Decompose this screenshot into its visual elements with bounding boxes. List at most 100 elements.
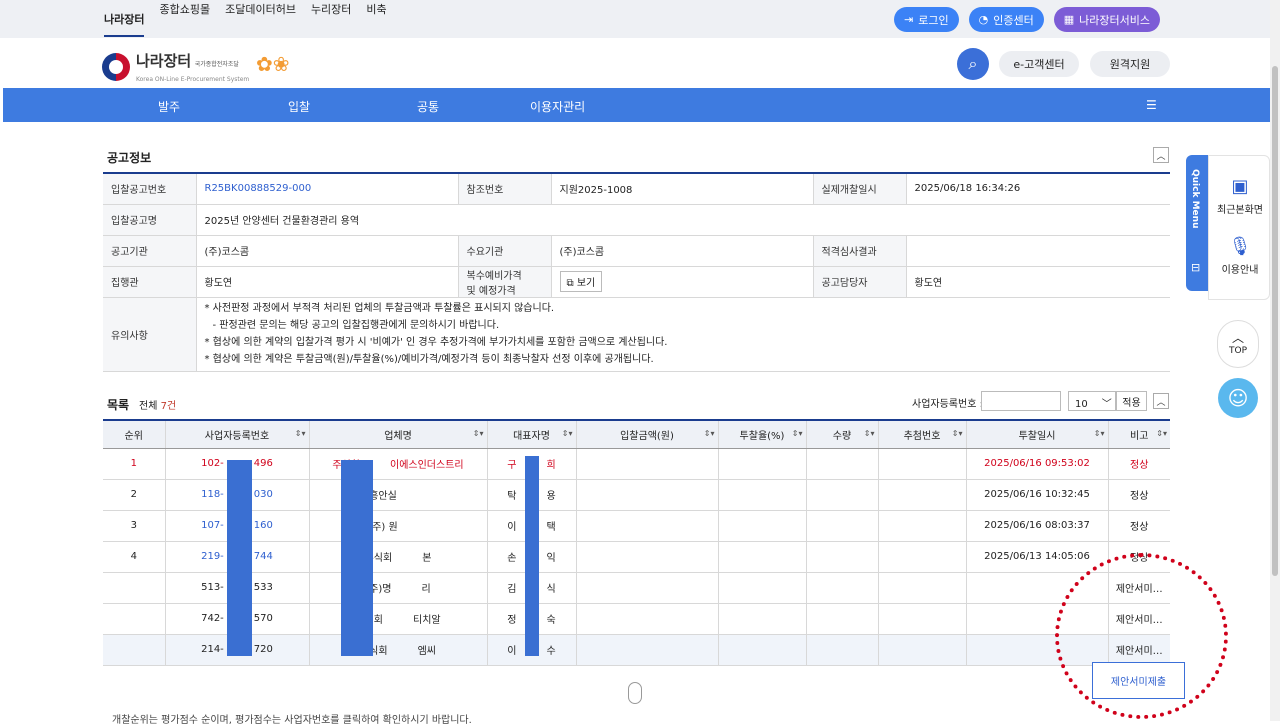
sort-icon[interactable]: ⇕▾: [473, 429, 484, 438]
recent-pages-item[interactable]: ▣ 최근본화면: [1209, 176, 1271, 216]
table-row[interactable]: 4 219- 744 주식회 본 손 익 2025/06/13 14:05:06 정상: [103, 541, 1170, 573]
login-button[interactable]: ⇥ 로그인: [894, 7, 959, 32]
table-cell: [718, 634, 807, 666]
cert-center-button[interactable]: ◔ 인증센터: [968, 7, 1044, 32]
table-row[interactable]: 214- 720 주식회 엠씨 이 수 제안서미…: [103, 634, 1170, 666]
table-cell: [878, 603, 967, 635]
col-amount[interactable]: 입찰금액(원) ⇕▾: [576, 420, 719, 449]
flower-icon: ✿❀: [256, 52, 290, 76]
table-row[interactable]: 742-570주식회티치알정숙제안서미…: [103, 603, 1170, 635]
sort-icon[interactable]: ⇕▾: [1156, 429, 1167, 438]
table-cell: [878, 448, 967, 480]
topnav-data-hub[interactable]: 조달데이터허브: [225, 1, 296, 37]
sort-icon[interactable]: ⇕▾: [704, 429, 715, 438]
table-cell: 흥안실: [309, 479, 488, 511]
table-cell: [103, 572, 166, 604]
name-value: 2025년 안양센터 건물환경관리 용역: [196, 204, 1170, 236]
chevron-up-icon: ︿: [1231, 331, 1244, 345]
biz-no-input[interactable]: [981, 391, 1061, 411]
table-cell: 3: [103, 510, 166, 542]
table-row[interactable]: 3 107- 160 (주) 원 이 택 2025/06/16 08:03:37 정상: [103, 510, 1170, 542]
nav-bid[interactable]: 입찰: [288, 98, 310, 115]
top-button[interactable]: ︿ TOP: [1217, 320, 1259, 368]
quick-menu-tab[interactable]: Quick Menu ⊟: [1186, 155, 1208, 291]
manager-value: 황도연: [906, 266, 1170, 298]
bid-no-link[interactable]: R25BK00888529-000: [196, 173, 459, 205]
table-row[interactable]: 513- 533 (주)명 리 김 식 제안서미…: [103, 572, 1170, 604]
scrollbar-thumb[interactable]: [1272, 66, 1278, 576]
review-value: [906, 235, 1170, 267]
label-ref: 참조번호: [458, 173, 552, 205]
label-demand: 수요기관: [458, 235, 552, 267]
table-cell: 주식회티치알: [309, 603, 488, 635]
sort-icon[interactable]: ⇕▾: [562, 429, 573, 438]
sort-icon[interactable]: ⇕▾: [1094, 429, 1105, 438]
table-cell: [806, 603, 879, 635]
apply-button[interactable]: 적용: [1116, 391, 1147, 411]
table-row[interactable]: 2 118- 030 흥안실 탁 용 2025/06/16 10:32:45 정상: [103, 479, 1170, 511]
collapse-info-button[interactable]: ︿: [1153, 147, 1169, 163]
chevron-down-icon: ﹀: [1101, 399, 1112, 410]
label-name: 입찰공고명: [103, 204, 197, 236]
nav-user-admin[interactable]: 이용자관리: [530, 98, 585, 115]
monitor-icon: ▣: [1231, 176, 1249, 197]
sort-icon[interactable]: ⇕▾: [864, 429, 875, 438]
col-draw[interactable]: 추첨번호 ⇕▾: [878, 420, 967, 449]
guide-item[interactable]: 🎙 이용안내: [1209, 236, 1271, 276]
hamburger-icon[interactable]: ☰: [1146, 98, 1157, 112]
sort-icon[interactable]: ⇕▾: [295, 429, 306, 438]
col-biz-no[interactable]: 사업자등록번호 ⇕▾: [165, 420, 310, 449]
highlight-circle: [1055, 553, 1228, 719]
table-cell: 주식회 본: [309, 541, 488, 573]
table-cell: [878, 634, 967, 666]
nav-common[interactable]: 공통: [417, 98, 439, 115]
notes: * 사전판정 과정에서 부적격 처리된 업체의 투찰금액과 투찰률은 표시되지 …: [196, 297, 1170, 372]
table-cell: 2025/06/16 08:03:37: [966, 510, 1109, 542]
mascot-icon[interactable]: ☺: [1218, 378, 1258, 418]
view-price-button[interactable]: ⧉ 보기: [559, 271, 603, 292]
table-cell: [576, 541, 719, 573]
remote-support-button[interactable]: 원격지원: [1090, 51, 1170, 77]
table-row[interactable]: 1102-496주식회이에스인더스트리구희2025/06/16 09:53:02…: [103, 448, 1170, 480]
open-value: 2025/06/18 16:34:26: [906, 173, 1170, 205]
col-rep[interactable]: 대표자명 ⇕▾: [487, 420, 577, 449]
table-cell: [718, 603, 807, 635]
exec-value: 황도연: [196, 266, 459, 298]
collapse-list-button[interactable]: ︿: [1153, 393, 1169, 409]
col-rate[interactable]: 투찰율(%) ⇕▾: [718, 420, 807, 449]
col-note[interactable]: 비고 ⇕▾: [1108, 420, 1170, 449]
logo[interactable]: 나라장터 국가종합전자조달 Korea ON-Line E-Procuremen…: [102, 50, 249, 84]
topnav-naramarket[interactable]: 나라장터: [104, 11, 145, 37]
table-cell: [806, 541, 879, 573]
topnav-stockpile[interactable]: 비축: [366, 1, 386, 37]
search-button[interactable]: ⌕: [957, 48, 989, 80]
table-cell: 정상: [1108, 479, 1170, 511]
col-qty[interactable]: 수량 ⇕▾: [806, 420, 879, 449]
table-cell: [576, 603, 719, 635]
col-company[interactable]: 업체명 ⇕▾: [309, 420, 488, 449]
topnav-nuri[interactable]: 누리장터: [311, 1, 351, 37]
sort-icon[interactable]: ⇕▾: [952, 429, 963, 438]
col-bid-time[interactable]: 투찰일시 ⇕▾: [966, 420, 1109, 449]
minimize-icon[interactable]: ⊟: [1191, 261, 1200, 274]
table-cell: [878, 541, 967, 573]
label-bid-no: 입찰공고번호: [103, 173, 197, 205]
table-cell: (주) 원: [309, 510, 488, 542]
login-icon: ⇥: [904, 13, 914, 26]
e-customer-center-button[interactable]: e-고객센터: [999, 51, 1079, 77]
redaction-mask: [525, 456, 539, 656]
label-exec: 집행관: [103, 266, 197, 298]
table-cell: [718, 541, 807, 573]
table-cell: [878, 510, 967, 542]
list-title: 목록: [107, 398, 130, 412]
service-button[interactable]: ▦ 나라장터서비스: [1053, 7, 1160, 32]
main-nav: 발주 입찰 공통 이용자관리 ☰: [3, 88, 1270, 122]
table-cell: [718, 448, 807, 480]
table-cell: 정상: [1108, 510, 1170, 542]
sort-icon[interactable]: ⇕▾: [792, 429, 803, 438]
nav-order[interactable]: 발주: [158, 98, 180, 115]
table-cell: 정상: [1108, 448, 1170, 480]
topnav-shopping-mall[interactable]: 종합쇼핑몰: [159, 1, 210, 37]
page-size-select[interactable]: 10 ﹀: [1068, 391, 1116, 411]
scrollbar[interactable]: [1270, 0, 1280, 721]
